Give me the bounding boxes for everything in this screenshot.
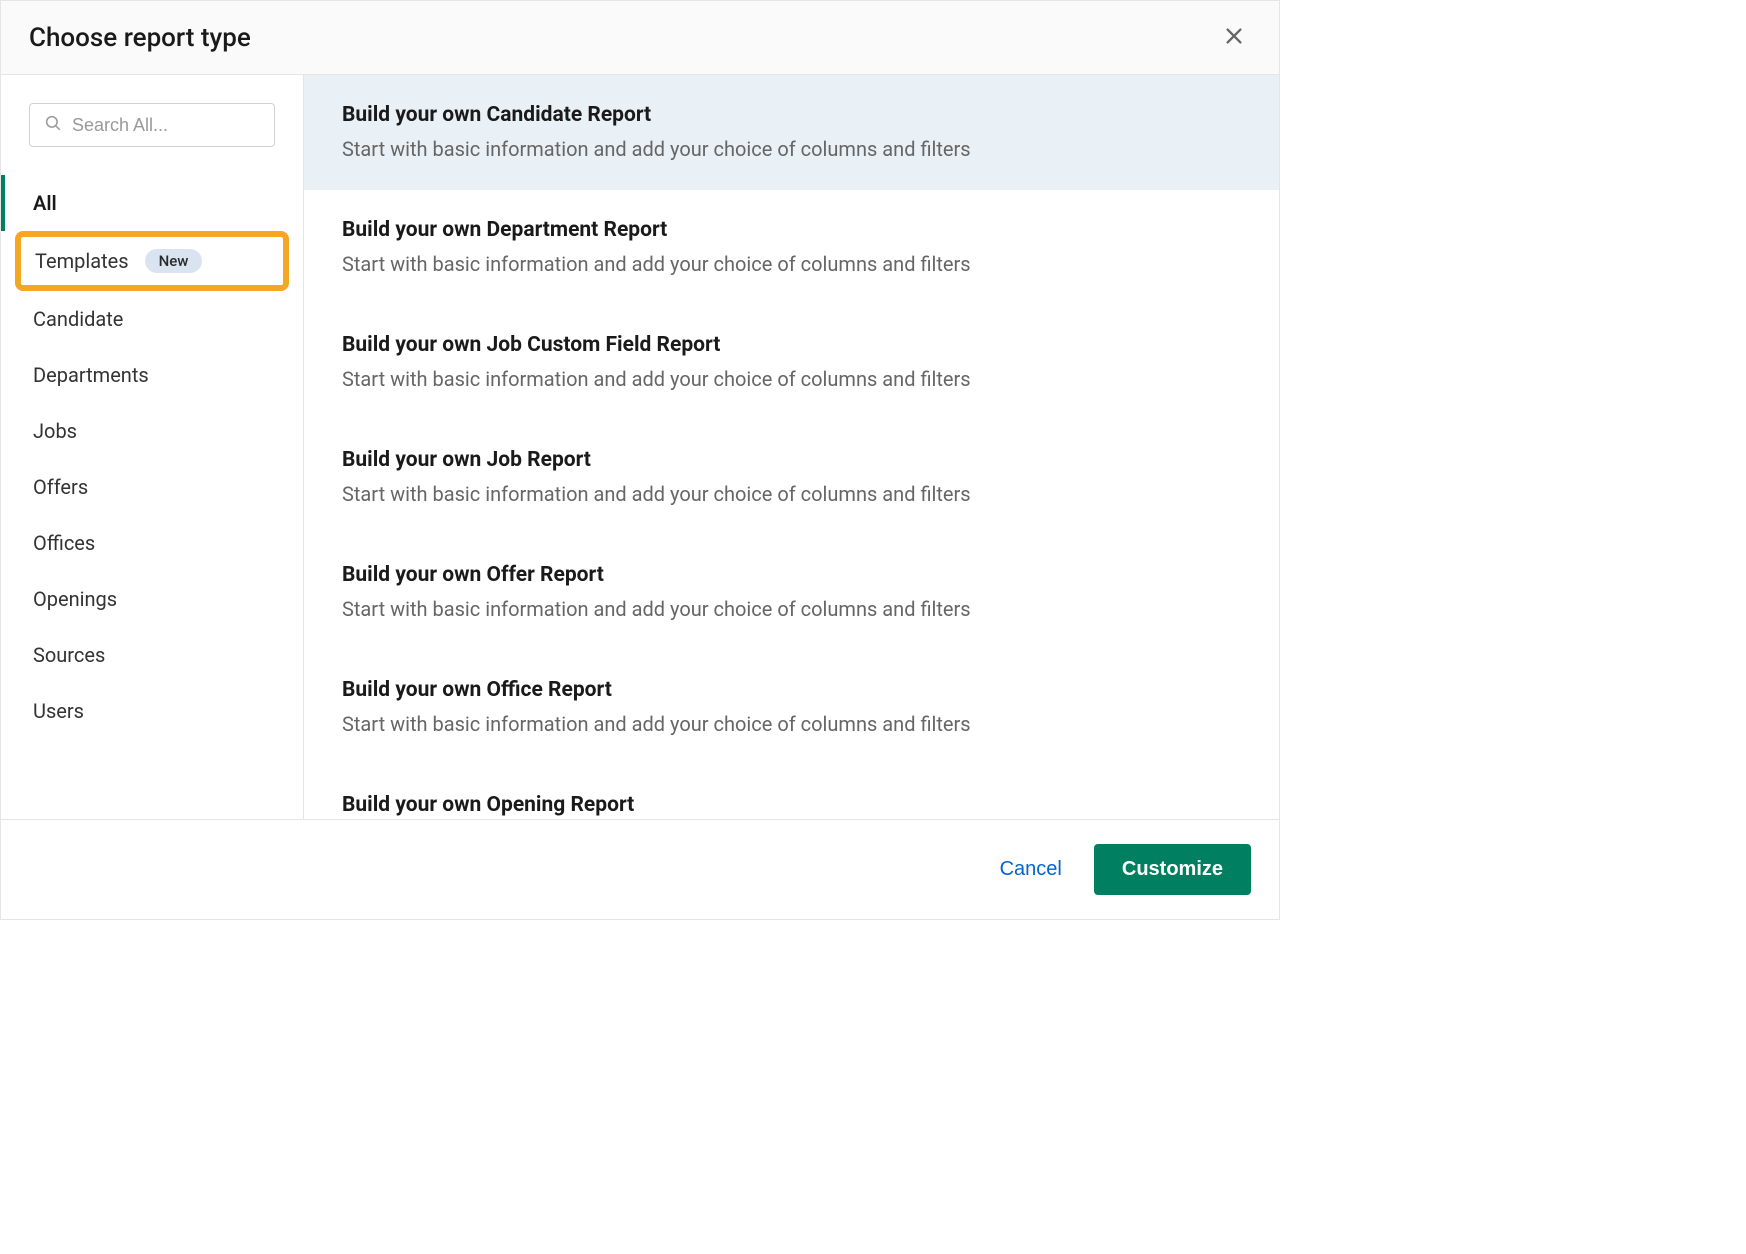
sidebar-item-label: Candidate (33, 307, 123, 331)
report-description: Start with basic information and add you… (342, 252, 1241, 276)
sidebar-item-label: Sources (33, 643, 105, 667)
sidebar-item-label: All (33, 191, 57, 215)
sidebar-item-jobs[interactable]: Jobs (1, 403, 303, 459)
sidebar-item-openings[interactable]: Openings (1, 571, 303, 627)
report-list[interactable]: Build your own Candidate Report Start wi… (304, 75, 1279, 819)
sidebar-item-label: Departments (33, 363, 149, 387)
sidebar-item-label: Templates (35, 249, 129, 273)
new-badge: New (145, 249, 203, 273)
report-title: Build your own Job Report (342, 448, 1241, 472)
report-title: Build your own Department Report (342, 218, 1241, 242)
report-item-job-custom-field[interactable]: Build your own Job Custom Field Report S… (304, 305, 1279, 420)
report-description: Start with basic information and add you… (342, 597, 1241, 621)
sidebar-item-templates[interactable]: Templates New (15, 231, 289, 291)
report-title: Build your own Job Custom Field Report (342, 333, 1241, 357)
sidebar-item-candidate[interactable]: Candidate (1, 291, 303, 347)
search-wrapper (1, 103, 303, 175)
report-description: Start with basic information and add you… (342, 137, 1241, 161)
sidebar-item-label: Offers (33, 475, 88, 499)
sidebar-item-offices[interactable]: Offices (1, 515, 303, 571)
close-button[interactable] (1217, 19, 1251, 56)
report-item-office[interactable]: Build your own Office Report Start with … (304, 650, 1279, 765)
close-icon (1223, 25, 1245, 50)
customize-button[interactable]: Customize (1094, 844, 1251, 895)
search-input[interactable] (72, 115, 260, 136)
report-item-department[interactable]: Build your own Department Report Start w… (304, 190, 1279, 305)
modal-title: Choose report type (29, 23, 251, 53)
sidebar-item-label: Users (33, 699, 84, 723)
sidebar-item-sources[interactable]: Sources (1, 627, 303, 683)
report-title: Build your own Offer Report (342, 563, 1241, 587)
search-box[interactable] (29, 103, 275, 147)
report-item-job[interactable]: Build your own Job Report Start with bas… (304, 420, 1279, 535)
sidebar-item-label: Jobs (33, 419, 77, 443)
sidebar: All Templates New Candidate Departments … (1, 75, 304, 819)
report-title: Build your own Candidate Report (342, 103, 1241, 127)
report-title: Build your own Office Report (342, 678, 1241, 702)
report-item-candidate[interactable]: Build your own Candidate Report Start wi… (304, 75, 1279, 190)
report-description: Start with basic information and add you… (342, 367, 1241, 391)
choose-report-type-modal: Choose report type (0, 0, 1280, 920)
sidebar-item-all[interactable]: All (1, 175, 303, 231)
modal-header: Choose report type (1, 1, 1279, 75)
report-item-offer[interactable]: Build your own Offer Report Start with b… (304, 535, 1279, 650)
cancel-button[interactable]: Cancel (992, 846, 1070, 893)
sidebar-item-offers[interactable]: Offers (1, 459, 303, 515)
report-title: Build your own Opening Report (342, 793, 1241, 817)
report-description: Start with basic information and add you… (342, 482, 1241, 506)
sidebar-item-label: Openings (33, 587, 117, 611)
report-item-opening[interactable]: Build your own Opening Report (304, 765, 1279, 819)
sidebar-item-departments[interactable]: Departments (1, 347, 303, 403)
sidebar-item-users[interactable]: Users (1, 683, 303, 739)
sidebar-item-label: Offices (33, 531, 95, 555)
report-description: Start with basic information and add you… (342, 712, 1241, 736)
search-icon (44, 114, 72, 136)
modal-footer: Cancel Customize (1, 819, 1279, 919)
sidebar-nav: All Templates New Candidate Departments … (1, 175, 303, 739)
modal-body: All Templates New Candidate Departments … (1, 75, 1279, 819)
